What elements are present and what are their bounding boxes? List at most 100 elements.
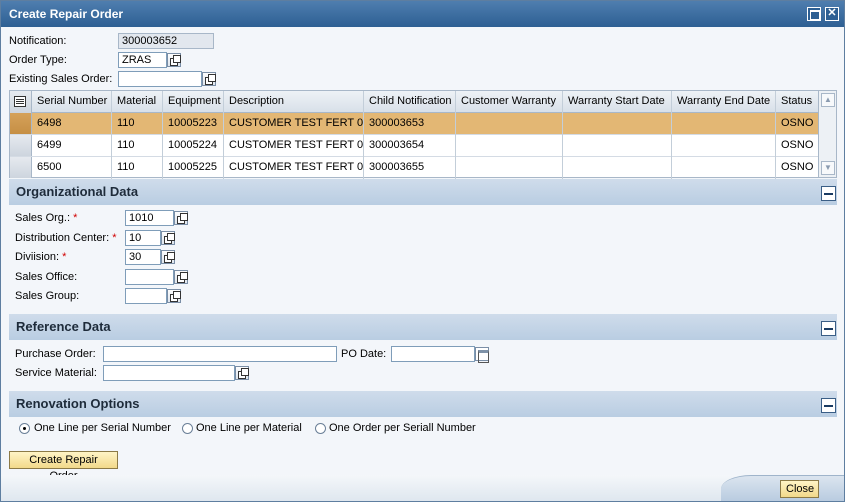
cell-warranty-end — [672, 135, 776, 157]
po-date-field[interactable] — [391, 346, 475, 362]
cell-description: CUSTOMER TEST FERT 05 — [224, 135, 364, 157]
cell-warranty-start — [563, 113, 672, 135]
cell-child-notification: 300003654 — [364, 135, 456, 157]
service-material-field[interactable] — [103, 365, 235, 381]
cell-status: OSNO — [781, 117, 814, 129]
table-settings-button[interactable] — [10, 91, 32, 113]
option-one-line-per-serial-label[interactable]: One Line per Serial Number — [34, 422, 171, 434]
dialog-footer — [1, 475, 844, 501]
create-repair-order-dialog: Create Repair Order ✕ Notification: 3000… — [0, 0, 845, 502]
scroll-up-icon[interactable]: ▲ — [821, 93, 835, 107]
cell-serial: 6500 — [32, 157, 112, 179]
radio-one-order-per-serial[interactable] — [315, 423, 326, 434]
sales-office-value-help-icon[interactable] — [174, 270, 188, 284]
cell-status: OSNO — [781, 139, 814, 151]
existing-sales-order-field[interactable] — [118, 71, 202, 87]
dist-center-value-help-icon[interactable] — [161, 231, 175, 245]
section-title: Reference Data — [16, 319, 111, 334]
collapse-icon[interactable] — [821, 398, 836, 413]
reference-data-header: Reference Data — [9, 314, 837, 340]
col-description[interactable]: Description — [224, 91, 364, 113]
calendar-icon[interactable] — [475, 347, 489, 363]
cell-material: 110 — [112, 157, 163, 179]
table-scrollbar[interactable]: ▲ ▼ — [818, 91, 836, 177]
cell-equipment: 10005223 — [163, 113, 224, 135]
order-type-value-help-icon[interactable] — [167, 53, 181, 67]
scroll-down-icon[interactable]: ▼ — [821, 161, 835, 175]
table-row[interactable]: 6499 110 10005224 CUSTOMER TEST FERT 05 … — [10, 135, 818, 157]
cell-material: 110 — [112, 135, 163, 157]
division-value-help-icon[interactable] — [161, 250, 175, 264]
notification-field: 300003652 — [118, 33, 214, 49]
cell-description: CUSTOMER TEST FERT 05 — [224, 113, 364, 135]
section-title: Renovation Options — [16, 396, 140, 411]
cell-warranty-end — [672, 113, 776, 135]
table-settings-icon — [14, 96, 26, 107]
cell-equipment: 10005225 — [163, 157, 224, 179]
purchase-order-field[interactable] — [103, 346, 337, 362]
window-title: Create Repair Order — [9, 7, 124, 21]
row-selector[interactable] — [10, 135, 32, 156]
division-field[interactable]: 30 — [125, 249, 161, 265]
cell-serial: 6498 — [32, 113, 112, 135]
row-selector[interactable] — [10, 157, 32, 178]
col-child-notification[interactable]: Child Notification — [364, 91, 456, 113]
sales-group-field[interactable] — [125, 288, 167, 304]
create-repair-order-button[interactable]: Create Repair Order — [9, 451, 118, 482]
collapse-icon[interactable] — [821, 186, 836, 201]
cell-description: CUSTOMER TEST FERT 05 — [224, 157, 364, 179]
close-icon[interactable]: ✕ — [825, 7, 839, 21]
title-bar: Create Repair Order ✕ — [1, 1, 844, 27]
dist-center-field[interactable]: 10 — [125, 230, 161, 246]
table-row[interactable]: 6500 110 10005225 CUSTOMER TEST FERT 05 … — [10, 157, 818, 179]
maximize-icon[interactable] — [807, 7, 821, 21]
collapse-icon[interactable] — [821, 321, 836, 336]
order-type-label: Order Type: — [9, 54, 67, 66]
col-warranty-end-date[interactable]: Warranty End Date — [672, 91, 776, 113]
row-selector[interactable] — [10, 113, 32, 134]
dist-center-label-text: Distribution Center: — [15, 232, 110, 244]
purchase-order-label: Purchase Order: — [15, 348, 96, 360]
sales-org-label-text: Sales Org.: — [15, 212, 71, 224]
sales-org-label: Sales Org.: * — [15, 212, 77, 224]
cell-customer-warranty — [456, 135, 563, 157]
col-serial-number[interactable]: Serial Number — [32, 91, 112, 113]
table-row[interactable]: 6498 110 10005223 CUSTOMER TEST FERT 05 … — [10, 113, 818, 135]
notification-label: Notification: — [9, 35, 67, 47]
radio-one-line-per-serial[interactable] — [19, 423, 30, 434]
col-warranty-start-date[interactable]: Warranty Start Date — [563, 91, 672, 113]
cell-warranty-end — [672, 157, 776, 179]
cell-status: OSNO — [781, 161, 814, 173]
sales-org-value-help-icon[interactable] — [174, 211, 188, 225]
sales-group-label: Sales Group: — [15, 290, 80, 302]
cell-material: 110 — [112, 113, 163, 135]
radio-one-line-per-material[interactable] — [182, 423, 193, 434]
cell-child-notification: 300003655 — [364, 157, 456, 179]
sales-org-field[interactable]: 1010 — [125, 210, 174, 226]
cell-child-notification: 300003653 — [364, 113, 456, 135]
sales-office-field[interactable] — [125, 269, 174, 285]
renovation-options-header: Renovation Options — [9, 391, 837, 417]
sales-office-label: Sales Office: — [15, 271, 78, 283]
cell-customer-warranty — [456, 113, 563, 135]
col-equipment[interactable]: Equipment — [163, 91, 224, 113]
option-one-order-per-serial-label[interactable]: One Order per Seriall Number — [329, 422, 476, 434]
service-material-label: Service Material: — [15, 367, 97, 379]
col-customer-warranty[interactable]: Customer Warranty — [456, 91, 563, 113]
serial-table: Serial Number Material Equipment Descrip… — [9, 90, 837, 179]
cell-equipment: 10005224 — [163, 135, 224, 157]
col-status[interactable]: Status — [776, 91, 818, 113]
service-material-value-help-icon[interactable] — [235, 366, 249, 380]
division-label: Diviision: * — [15, 251, 66, 263]
section-title: Organizational Data — [16, 184, 139, 199]
existing-sales-order-value-help-icon[interactable] — [202, 72, 216, 86]
table-header: Serial Number Material Equipment Descrip… — [10, 91, 818, 113]
division-label-text: Diviision: — [15, 251, 60, 263]
order-type-field[interactable]: ZRAS — [118, 52, 167, 68]
col-material[interactable]: Material — [112, 91, 163, 113]
existing-sales-order-label: Existing Sales Order: — [9, 73, 113, 85]
sales-group-value-help-icon[interactable] — [167, 289, 181, 303]
option-one-line-per-material-label[interactable]: One Line per Material — [196, 422, 302, 434]
required-mark: * — [62, 251, 67, 263]
close-button[interactable]: Close — [780, 480, 819, 498]
